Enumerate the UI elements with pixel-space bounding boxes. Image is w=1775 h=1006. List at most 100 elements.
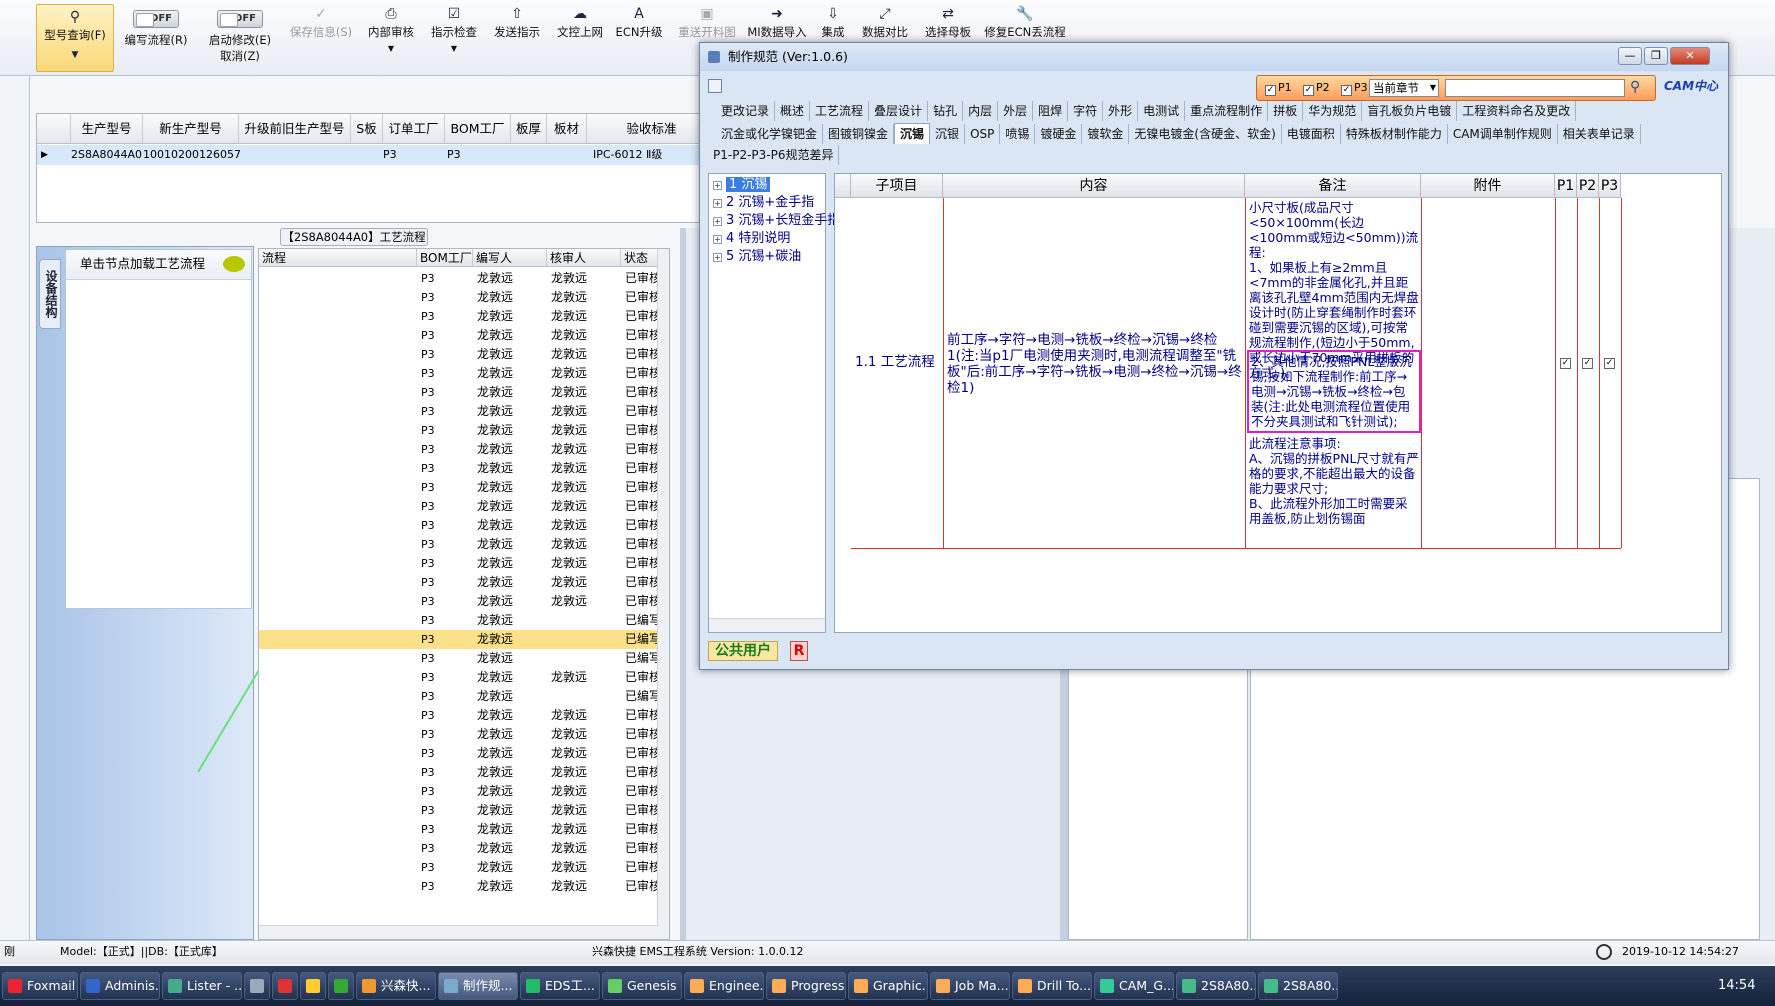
chapter-tab[interactable]: 沉银 — [930, 124, 966, 144]
write-flow-toggle[interactable]: OFF — [133, 10, 179, 28]
close-icon[interactable]: ✕ — [1670, 47, 1710, 65]
taskbar-button[interactable]: 2S8A80... — [1258, 972, 1338, 1000]
col-header[interactable]: P3 — [1599, 174, 1621, 198]
tray-icons[interactable] — [1512, 978, 1632, 994]
taskbar-button[interactable]: Lister - ... — [162, 972, 242, 1000]
process-row[interactable]: 曝光P3龙敦远龙敦远已审核 — [259, 288, 659, 307]
tree-node[interactable]: +4 特别说明 — [713, 230, 790, 248]
chapter-tab[interactable]: 字符 — [1068, 101, 1104, 121]
process-row[interactable]: 铣板P3龙敦远已编写 — [259, 687, 659, 706]
col-header[interactable]: P2 — [1577, 174, 1599, 198]
col-header[interactable]: P1 — [1555, 174, 1577, 198]
filter-p3[interactable]: ✓ P3 — [1341, 81, 1368, 96]
process-row[interactable]: −成品仓P3龙敦远龙敦远已审核 — [259, 820, 659, 839]
cancel-button[interactable]: 取消(Z) — [220, 49, 260, 63]
tree-node[interactable]: +5 沉锡+碳油 — [713, 248, 801, 266]
send-instruction-button[interactable]: ⇧ 发送指示 — [490, 6, 544, 40]
col-header[interactable]: 升级前旧生产型号 — [239, 114, 351, 144]
taskbar-button[interactable] — [272, 972, 298, 1000]
process-row[interactable]: 显影P3龙敦远龙敦远已审核 — [259, 497, 659, 516]
col-header[interactable]: 流程 — [259, 249, 417, 267]
process-row[interactable]: 酸性蚀刻P3龙敦远龙敦远已审核 — [259, 326, 659, 345]
chapter-tab[interactable]: 更改记录 — [716, 101, 776, 121]
chapter-tab[interactable]: 叠层设计 — [869, 101, 929, 121]
select-master-button[interactable]: ⇄ 选择母板 — [920, 6, 976, 40]
chapter-tab[interactable]: 图镀铜镍金 — [823, 124, 895, 144]
process-row[interactable]: 内包装P3龙敦远龙敦远已审核 — [259, 801, 659, 820]
process-row[interactable]: 蚀刻P3龙敦远龙敦远已审核 — [259, 269, 659, 288]
process-row[interactable]: −沉锡P3龙敦远龙敦远已审核 — [259, 573, 659, 592]
process-row[interactable]: 功能检查P3龙敦远龙敦远已审核 — [259, 744, 659, 763]
process-row[interactable]: 沉锡P3龙敦远龙敦远已审核 — [259, 592, 659, 611]
col-header[interactable]: 编写人 — [473, 249, 547, 267]
col-header[interactable]: 新生产型号 — [143, 114, 239, 144]
chapter-tab[interactable]: 无镍电镀金(含硬金、软金) — [1129, 124, 1282, 144]
p2-checkbox[interactable]: ✓ — [1582, 358, 1593, 369]
tree-node[interactable]: +1 沉锡 — [713, 176, 771, 194]
chapter-tab[interactable]: 重点流程制作 — [1185, 101, 1269, 121]
chapter-tab[interactable]: OSP — [965, 124, 1001, 144]
upload-doc-button[interactable]: ☁ 文控上网 — [553, 6, 607, 40]
taskbar-button[interactable]: 2S8A80... — [1176, 972, 1256, 1000]
process-row[interactable]: −终检P3龙敦远龙敦远已审核 — [259, 725, 659, 744]
chapter-tab[interactable]: 外层 — [998, 101, 1034, 121]
process-row[interactable]: 入库P3龙敦远龙敦远已审核 — [259, 839, 659, 858]
col-header[interactable]: 板厚 — [511, 114, 547, 144]
taskbar-button[interactable]: Job Ma... — [930, 972, 1010, 1000]
integrate-button[interactable]: ⇩ 集成 — [818, 6, 848, 40]
col-header[interactable]: 生产型号 — [71, 114, 143, 144]
taskbar-button[interactable]: 兴森快... — [356, 972, 436, 1000]
taskbar-button[interactable] — [244, 972, 270, 1000]
tree-node[interactable]: +2 沉锡+金手指 — [713, 194, 814, 212]
minimize-icon[interactable]: — — [1618, 47, 1642, 65]
process-row[interactable]: 丝印P3龙敦远龙敦远已审核 — [259, 440, 659, 459]
process-row[interactable]: 字符P3龙敦远龙敦远已审核 — [259, 535, 659, 554]
col-header[interactable]: 板材 — [547, 114, 587, 144]
chapter-tab[interactable]: CAM调单制作规则 — [1448, 124, 1558, 144]
chapter-tab[interactable]: 沉锡 — [894, 123, 931, 144]
ecn-upgrade-button[interactable]: A ECN升级 — [614, 6, 664, 40]
process-row[interactable]: 终固化P3龙敦远龙敦远已审核 — [259, 554, 659, 573]
col-header[interactable]: 内容 — [943, 174, 1245, 198]
taskbar-button[interactable] — [328, 972, 354, 1000]
tree-node[interactable]: +3 沉锡+长短金手指 — [713, 212, 840, 230]
taskbar-button[interactable]: Adminis... — [80, 972, 160, 1000]
chapter-tab[interactable]: 盲孔板负片电镀 — [1362, 101, 1458, 121]
process-row[interactable]: 外层AOIP3龙敦远龙敦远已审核 — [259, 383, 659, 402]
chapter-tab[interactable]: 内层 — [963, 101, 999, 121]
restore-icon[interactable]: ❐ — [1644, 47, 1668, 65]
tree-hscroll[interactable] — [709, 618, 825, 632]
chapter-tab[interactable]: 拼板 — [1268, 101, 1304, 121]
table-row[interactable]: ▶ 2S8A8044A0 10010200126057 P3 P3 IPC-60… — [37, 145, 717, 165]
process-row[interactable]: 退膜P3龙敦远龙敦远已审核 — [259, 345, 659, 364]
col-header[interactable]: 核审人 — [547, 249, 621, 267]
chapter-tab[interactable]: 工艺流程 — [810, 101, 870, 121]
resend-cutting-button[interactable]: ▣ 重送开料图 — [672, 6, 742, 40]
save-info-button[interactable]: ✓ 保存信息(S) — [285, 6, 357, 40]
process-row[interactable]: 显影P3龙敦远龙敦远已审核 — [259, 307, 659, 326]
process-row[interactable]: 外观检查P3龙敦远龙敦远已审核 — [259, 763, 659, 782]
taskbar-button[interactable]: 制作规... — [438, 972, 518, 1000]
start-edit-button[interactable]: OFF 启动修改(E) 取消(Z) — [198, 6, 282, 64]
taskbar-button[interactable]: Progress — [766, 972, 846, 1000]
filter-p1[interactable]: ✓ P1 — [1265, 81, 1292, 96]
search-input[interactable] — [1445, 79, 1625, 97]
col-header[interactable]: 订单工厂 — [383, 114, 445, 144]
process-row[interactable]: −阻焊P3龙敦远龙敦远已审核 — [259, 402, 659, 421]
taskbar-button[interactable]: Enginee... — [684, 972, 764, 1000]
taskbar-button[interactable]: Graphic... — [848, 972, 928, 1000]
device-structure-tab[interactable]: 设备结构 — [39, 259, 61, 329]
data-compare-button[interactable]: ⤢ 数据对比 — [858, 6, 912, 40]
dialog-titlebar[interactable]: 制作规范 (Ver:1.0.6) — ❐ ✕ — [700, 43, 1728, 71]
process-vscroll[interactable] — [657, 249, 669, 939]
chapter-tab[interactable]: 喷锡 — [1000, 124, 1036, 144]
taskbar-button[interactable]: Foxmail — [2, 972, 78, 1000]
chapter-tab[interactable]: 工程资料命名及更改 — [1457, 101, 1577, 121]
repair-ecn-button[interactable]: 🔧 修复ECN丢流程 — [983, 6, 1067, 40]
chapter-tab[interactable]: 钻孔 — [928, 101, 964, 121]
process-hscroll[interactable] — [259, 925, 659, 939]
col-header[interactable]: 附件 — [1421, 174, 1555, 198]
col-header[interactable]: 状态 — [621, 249, 659, 267]
process-row[interactable]: −电子测试P3龙敦远已编写 — [259, 611, 659, 630]
col-header[interactable]: 子项目 — [851, 174, 943, 198]
